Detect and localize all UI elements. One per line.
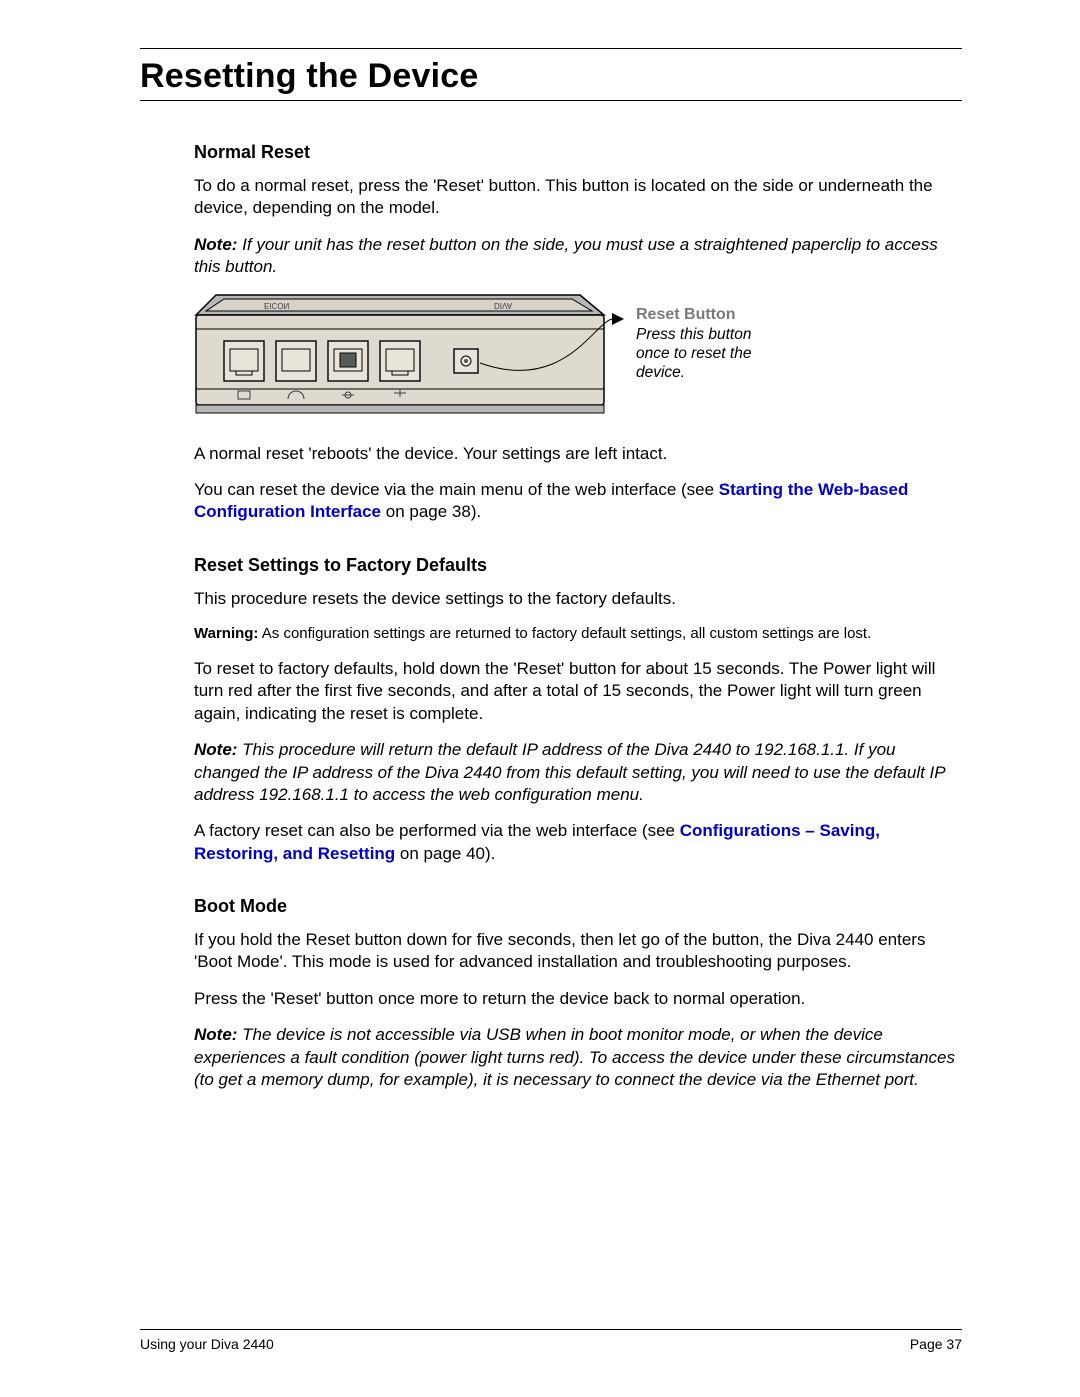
text-run: on page 40).	[395, 844, 495, 863]
note-paragraph: Note: If your unit has the reset button …	[194, 234, 962, 279]
text-run: A factory reset can also be performed vi…	[194, 821, 680, 840]
heading-boot-mode: Boot Mode	[194, 895, 962, 919]
note-paragraph: Note: This procedure will return the def…	[194, 739, 962, 806]
paragraph: If you hold the Reset button down for fi…	[194, 929, 962, 974]
text-run: on page 38).	[381, 502, 481, 521]
footer-rule	[140, 1329, 962, 1330]
warning-body: As configuration settings are returned t…	[258, 625, 871, 642]
paragraph: A factory reset can also be performed vi…	[194, 820, 962, 865]
paragraph: To do a normal reset, press the 'Reset' …	[194, 175, 962, 220]
paragraph: You can reset the device via the main me…	[194, 479, 962, 524]
note-paragraph: Note: The device is not accessible via U…	[194, 1024, 962, 1091]
heading-factory-reset: Reset Settings to Factory Defaults	[194, 554, 962, 578]
paragraph: To reset to factory defaults, hold down …	[194, 658, 962, 725]
reset-button-callout: Reset Button Press this button once to r…	[636, 305, 776, 383]
top-rule	[140, 48, 962, 49]
note-label: Note:	[194, 1025, 237, 1044]
text-run: You can reset the device via the main me…	[194, 480, 719, 499]
page-container: Resetting the Device Normal Reset To do …	[0, 0, 1080, 1397]
device-illustration: EICON DIVA	[194, 293, 624, 423]
callout-title: Reset Button	[636, 305, 776, 325]
svg-text:EICON: EICON	[264, 301, 290, 310]
note-label: Note:	[194, 740, 237, 759]
warning-paragraph: Warning: As configuration settings are r…	[194, 624, 962, 644]
paragraph: This procedure resets the device setting…	[194, 588, 962, 610]
note-label: Note:	[194, 235, 237, 254]
callout-body: Press this button once to reset the devi…	[636, 325, 776, 383]
page-title: Resetting the Device	[140, 57, 962, 96]
page-footer: Using your Diva 2440 Page 37	[140, 1329, 962, 1352]
footer-page-number: Page 37	[910, 1336, 962, 1352]
page-content: Normal Reset To do a normal reset, press…	[194, 141, 962, 1092]
svg-text:DIVA: DIVA	[494, 301, 513, 310]
note-body: If your unit has the reset button on the…	[194, 235, 938, 276]
warning-label: Warning:	[194, 625, 258, 642]
paragraph: Press the 'Reset' button once more to re…	[194, 988, 962, 1010]
footer-left-text: Using your Diva 2440	[140, 1336, 274, 1352]
device-figure: EICON DIVA	[194, 293, 962, 423]
note-body: This procedure will return the default I…	[194, 740, 945, 804]
paragraph: A normal reset 'reboots' the device. You…	[194, 443, 962, 465]
title-underline-rule	[140, 100, 962, 101]
heading-normal-reset: Normal Reset	[194, 141, 962, 165]
note-body: The device is not accessible via USB whe…	[194, 1025, 955, 1089]
